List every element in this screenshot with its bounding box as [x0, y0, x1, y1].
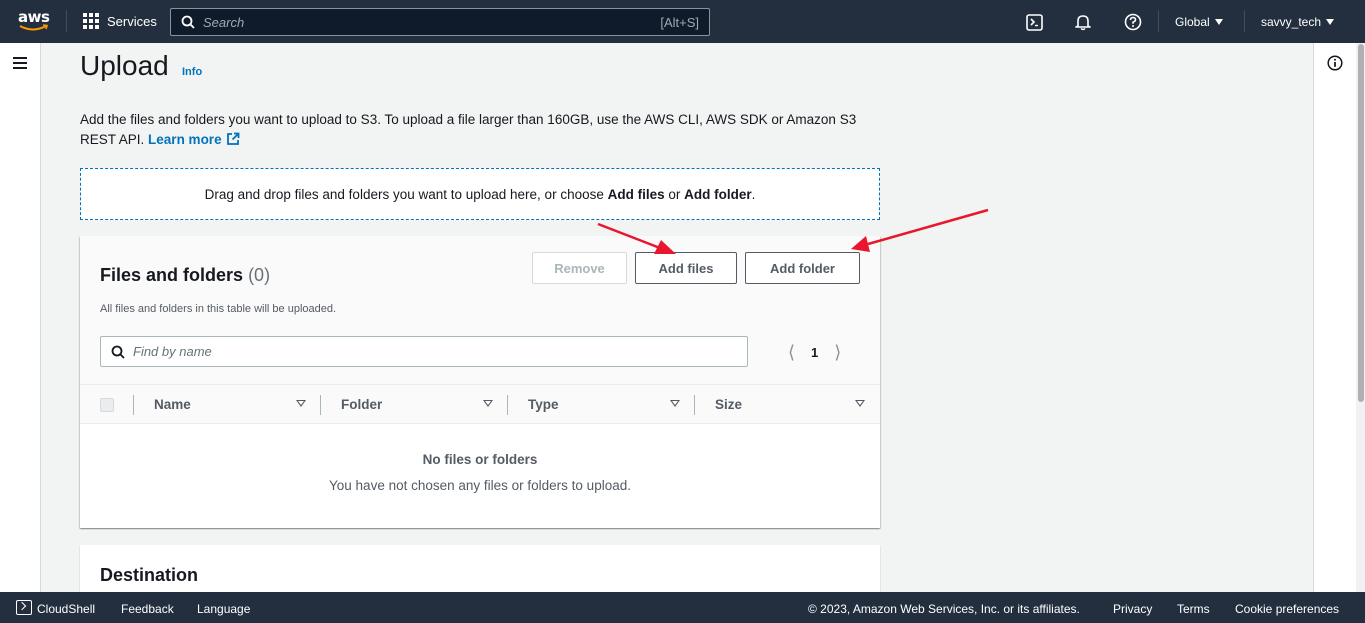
upload-dropzone[interactable]: Drag and drop files and folders you want… — [80, 168, 880, 220]
nav-divider — [66, 10, 67, 32]
search-icon — [111, 345, 125, 359]
scrollbar-thumb[interactable] — [1358, 44, 1364, 402]
upload-description: Add the files and folders you want to up… — [80, 110, 890, 150]
empty-state-title: No files or folders — [422, 452, 538, 467]
sort-icon[interactable] — [670, 400, 680, 407]
terminal-icon — [1025, 13, 1043, 31]
feedback-link[interactable]: Feedback — [121, 602, 174, 616]
copyright-text: © 2023, Amazon Web Services, Inc. or its… — [808, 602, 1080, 616]
help-icon — [1124, 13, 1142, 31]
remove-button[interactable]: Remove — [532, 252, 627, 284]
column-divider[interactable] — [320, 395, 321, 415]
add-files-button[interactable]: Add files — [635, 252, 737, 284]
chevron-left-icon[interactable]: ⟨ — [788, 342, 795, 363]
panel-header: Files and folders (0) All files and fold… — [80, 236, 880, 384]
language-link[interactable]: Language — [197, 602, 250, 616]
aws-logo[interactable]: aws — [18, 8, 50, 34]
bell-icon — [1075, 15, 1091, 31]
empty-state-message: You have not chosen any files or folders… — [329, 478, 631, 493]
left-side-navigation — [0, 43, 41, 592]
cloudshell-nav-button[interactable] — [1024, 12, 1044, 32]
column-divider — [133, 395, 134, 415]
tools-panel-rail — [1313, 43, 1356, 592]
sort-icon[interactable] — [483, 400, 493, 407]
top-navigation: aws Services [Alt+S] — [0, 0, 1365, 43]
caret-down-icon — [1214, 19, 1223, 25]
dropzone-add-files: Add files — [607, 186, 665, 202]
column-divider[interactable] — [507, 395, 508, 415]
destination-panel: Destination — [80, 545, 880, 592]
global-search-input[interactable] — [203, 14, 661, 30]
dropzone-text: Drag and drop files and folders you want… — [205, 187, 756, 202]
info-icon[interactable] — [1327, 55, 1343, 71]
column-divider[interactable] — [694, 395, 695, 415]
console-footer: CloudShell Feedback Language © 2023, Ama… — [0, 592, 1365, 623]
search-icon — [181, 15, 195, 29]
external-link-icon — [226, 132, 239, 145]
menu-icon[interactable] — [13, 57, 27, 72]
cookie-preferences-link[interactable]: Cookie preferences — [1235, 602, 1339, 616]
info-link[interactable]: Info — [182, 66, 202, 78]
files-and-folders-panel: Files and folders (0) All files and fold… — [80, 236, 880, 528]
table-header: Name Folder Type Size — [80, 384, 880, 424]
find-by-name-search[interactable] — [100, 336, 748, 367]
cloudshell-link[interactable]: CloudShell — [37, 602, 95, 616]
learn-more-link[interactable]: Learn more — [148, 132, 240, 147]
page-title: Upload — [80, 50, 169, 81]
panel-title-text: Files and folders — [100, 265, 244, 285]
find-by-name-input[interactable] — [133, 344, 737, 359]
terminal-icon — [16, 600, 32, 615]
file-count: (0) — [248, 265, 271, 285]
select-all-checkbox[interactable] — [100, 398, 114, 412]
search-shortcut-hint: [Alt+S] — [660, 14, 699, 30]
account-label: savvy_tech — [1261, 15, 1322, 29]
pagination: ⟨ 1 ⟩ — [788, 342, 841, 363]
help-button[interactable] — [1123, 12, 1143, 32]
dropzone-or: or — [664, 186, 685, 202]
column-header-size[interactable]: Size — [715, 397, 742, 412]
services-menu-button[interactable]: Services — [83, 13, 157, 29]
chevron-right-icon[interactable]: ⟩ — [834, 342, 841, 363]
account-menu[interactable]: savvy_tech — [1261, 15, 1335, 29]
services-label: Services — [107, 13, 157, 29]
nav-divider — [1158, 10, 1159, 32]
region-selector[interactable]: Global — [1175, 15, 1223, 29]
current-page-number[interactable]: 1 — [811, 345, 818, 360]
nav-divider — [1244, 10, 1245, 32]
column-header-folder[interactable]: Folder — [341, 397, 382, 412]
caret-down-icon — [1326, 19, 1335, 25]
region-label: Global — [1175, 15, 1210, 29]
global-search[interactable]: [Alt+S] — [170, 8, 710, 36]
terms-link[interactable]: Terms — [1177, 602, 1210, 616]
dropzone-suffix: . — [751, 186, 756, 202]
panel-subtitle: All files and folders in this table will… — [100, 303, 337, 315]
dropzone-prefix: Drag and drop files and folders you want… — [204, 186, 608, 202]
add-folder-button[interactable]: Add folder — [745, 252, 860, 284]
grid-icon — [83, 13, 99, 29]
column-header-type[interactable]: Type — [528, 397, 559, 412]
privacy-link[interactable]: Privacy — [1113, 602, 1152, 616]
column-header-name[interactable]: Name — [154, 397, 191, 412]
aws-smile-icon — [19, 24, 49, 31]
learn-more-label: Learn more — [148, 132, 222, 147]
notifications-button[interactable] — [1073, 12, 1093, 32]
dropzone-add-folder: Add folder — [684, 186, 752, 202]
sort-icon[interactable] — [855, 400, 865, 407]
sort-icon[interactable] — [296, 400, 306, 407]
destination-title: Destination — [100, 565, 199, 585]
panel-title: Files and folders (0) — [100, 265, 270, 286]
